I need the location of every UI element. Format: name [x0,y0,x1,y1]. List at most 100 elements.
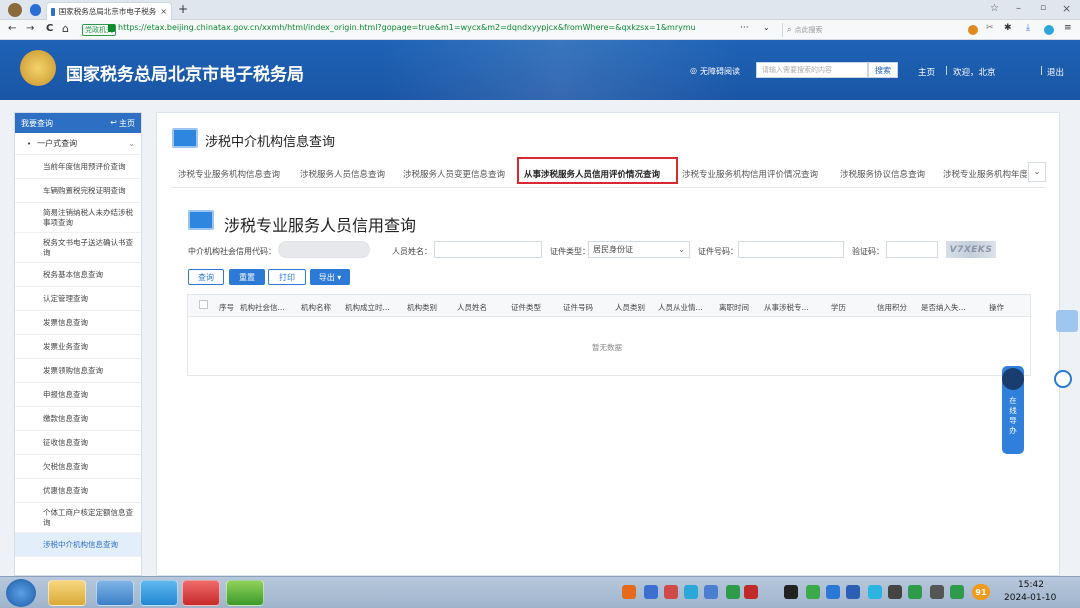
notification-badge[interactable]: 91 [972,584,990,600]
forward-button[interactable]: → [26,23,34,34]
extension-icon[interactable] [968,25,978,35]
home-link[interactable]: 主页 [918,66,935,78]
url-field[interactable]: https://etax.beijing.chinatax.gov.cn/xxm… [118,23,778,37]
print-button[interactable]: 打印 [268,269,306,285]
tray-icon[interactable] [744,585,758,599]
chevron-down-icon: ⌄ [128,139,135,148]
browser-tab[interactable]: 国家税务总局北京市电子税务 × [46,2,172,20]
user-float-icon[interactable] [1056,310,1078,332]
org-code-input[interactable] [278,241,370,258]
sidebar-item[interactable]: 优惠信息查询 [15,479,141,503]
clock-time[interactable]: 15:42 [1018,580,1044,590]
sidebar-item[interactable]: 认定管理查询 [15,287,141,311]
tray-icon[interactable] [908,585,922,599]
sidebar-group-toggle[interactable]: • 一户式查询 ⌄ [15,133,141,155]
reset-button[interactable]: 重置 [229,269,265,285]
online-guide-label: 在线导办 [1009,396,1017,436]
chat-float-icon[interactable] [1054,370,1072,388]
header-search-button[interactable]: 搜索 [868,62,898,78]
puzzle-icon[interactable]: ✱ [1004,23,1012,33]
tray-icon[interactable] [826,585,840,599]
sidebar-item-label: 申报信息查询 [43,389,88,399]
browser-taskbar-icon[interactable] [140,580,178,606]
tab-item[interactable]: 涉税专业服务机构年度 [943,168,1027,180]
id-type-select[interactable]: 居民身份证 ⌄ [588,241,690,258]
tray-icon[interactable] [950,585,964,599]
sidebar-item[interactable]: 车辆购置税完税证明查询 [15,179,141,203]
menu-icon[interactable]: ≡ [1064,23,1072,33]
more-icon[interactable]: ··· [740,23,749,33]
tray-icon[interactable] [644,585,658,599]
sidebar-item[interactable]: 当前年度信用预评价查询 [15,155,141,179]
sidebar-home-link[interactable]: ↩ 主页 [110,118,135,129]
sidebar-item[interactable]: 发票领购信息查询 [15,359,141,383]
sidebar-item[interactable]: 涉税中介机构信息查询 [15,533,141,557]
sidebar-item[interactable]: 缴款信息查询 [15,407,141,431]
sidebar-item[interactable]: 税务基本信息查询 [15,263,141,287]
tray-icon[interactable] [888,585,902,599]
star-icon[interactable]: ☆ [990,3,999,14]
sidebar-item[interactable]: 简易注销纳税人未办结涉税事项查询 [15,203,141,233]
online-guide-button[interactable]: 在线导办 [1002,366,1024,454]
app-icon[interactable] [96,580,134,606]
sidebar-item[interactable]: 征收信息查询 [15,431,141,455]
sidebar-item[interactable]: 申报信息查询 [15,383,141,407]
minimize-button[interactable]: – [1016,3,1021,14]
logout-link[interactable]: 退出 [1047,66,1064,78]
query-button[interactable]: 查询 [188,269,224,285]
tab-item[interactable]: 涉税服务人员变更信息查询 [403,168,505,180]
tray-icon[interactable] [664,585,678,599]
sidebar-item[interactable]: 税务文书电子送达确认书查询 [15,233,141,263]
sidebar-item[interactable]: 欠税信息查询 [15,455,141,479]
tab-item[interactable]: 涉税专业服务机构信用评价情况查询 [682,168,818,180]
edge-taskbar-icon[interactable] [226,580,264,606]
wps-icon[interactable] [182,580,220,606]
home-button[interactable]: ⌂ [62,22,69,35]
tray-icon[interactable] [726,585,740,599]
browser-search-input[interactable]: ⌕ 点此搜索 [782,23,958,37]
tray-icon[interactable] [868,585,882,599]
tray-icon[interactable] [684,585,698,599]
accessibility-label: 无障碍阅读 [699,67,740,76]
sidebar-item[interactable]: 发票信息查询 [15,311,141,335]
tray-icon[interactable] [784,585,798,599]
table-header-cell: 机构类别 [407,303,437,312]
id-no-label: 证件号码： [698,247,738,256]
download-icon[interactable]: ⤓ [1026,23,1030,33]
start-button[interactable] [6,579,36,607]
captcha-input[interactable] [886,241,938,258]
tray-icon[interactable] [806,585,820,599]
tray-icon[interactable] [704,585,718,599]
reload-button[interactable]: C [46,23,53,34]
table-header-cell: 信用积分 [877,303,907,312]
tray-icon[interactable] [930,585,944,599]
maximize-button[interactable]: ▫ [1040,3,1046,13]
back-button[interactable]: ← [8,23,16,34]
browser-logo-icon[interactable] [8,3,22,17]
tray-icon[interactable] [622,585,636,599]
tab-item[interactable]: 涉税服务协议信息查询 [840,168,925,180]
shield-icon[interactable] [30,4,41,16]
tab-item[interactable]: 涉税专业服务机构信息查询 [178,168,280,180]
captcha-image[interactable]: V7XEKS [946,241,996,258]
name-input[interactable] [434,241,542,258]
select-all-checkbox[interactable] [199,300,208,309]
tray-icon[interactable] [846,585,860,599]
header-search-input[interactable]: 请输入需要搜索的内容 [756,62,868,78]
edge-icon[interactable] [1044,25,1054,35]
tab-item[interactable]: 涉税服务人员信息查询 [300,168,385,180]
sidebar-item[interactable]: 个体工商户核定定额信息查询 [15,503,141,533]
export-button[interactable]: 导出 ▾ [310,269,350,285]
id-no-input[interactable] [738,241,844,258]
scissors-icon[interactable]: ✂ [986,23,994,33]
file-explorer-icon[interactable] [48,580,86,606]
close-tab-icon[interactable]: × [160,7,167,16]
close-window-button[interactable]: × [1062,2,1071,15]
accessibility-link[interactable]: ◎ 无障碍阅读 [690,66,740,77]
dropdown-icon[interactable]: ⌄ [763,23,770,32]
tabs-more-button[interactable]: ⌄ [1028,162,1046,182]
new-tab-button[interactable]: + [178,2,188,16]
sidebar-item[interactable]: 发票业务查询 [15,335,141,359]
windows-taskbar: 91 15:42 2024-01-10 [0,576,1080,608]
clock-date[interactable]: 2024-01-10 [1004,593,1056,603]
